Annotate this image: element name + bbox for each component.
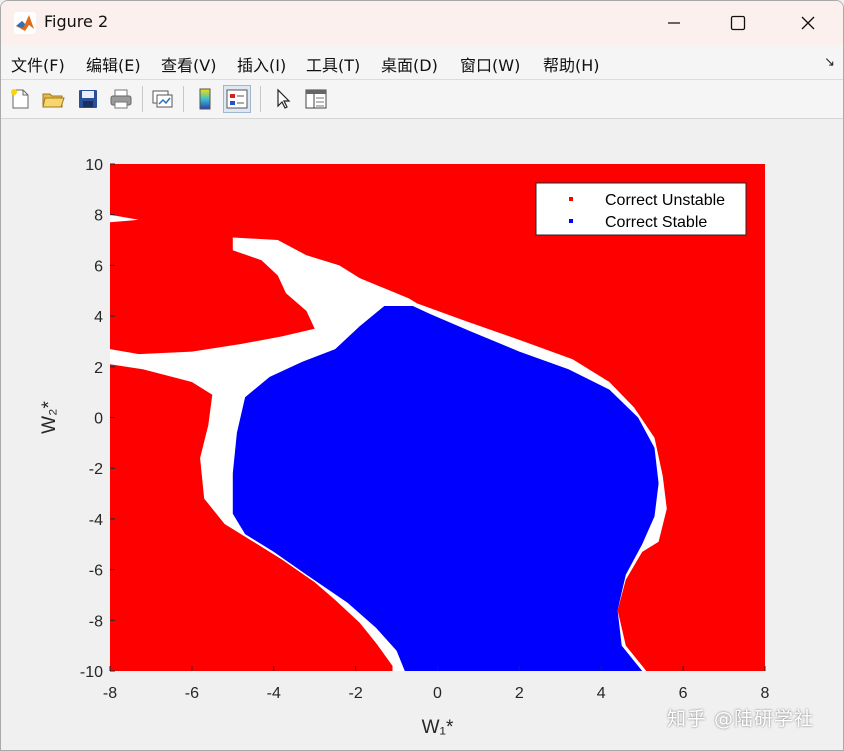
print-icon: [110, 89, 132, 109]
colorbar-button[interactable]: [191, 85, 219, 113]
x-tick-label: 4: [597, 685, 606, 702]
y-tick-label: 2: [94, 360, 103, 377]
legend-marker: [569, 197, 573, 201]
colorbar-icon: [199, 88, 211, 110]
y-tick-label: 6: [94, 258, 103, 275]
link-plot-button[interactable]: [148, 85, 176, 113]
toolbar-separator: [183, 86, 184, 112]
y-tick-label: -4: [89, 512, 103, 529]
y-tick-label: -6: [89, 563, 103, 580]
legend-entry-label: Correct Stable: [605, 214, 707, 231]
x-tick-label: 8: [761, 685, 770, 702]
toolbar-separator: [142, 86, 143, 112]
legend-marker: [569, 219, 573, 223]
property-inspector-button[interactable]: [302, 85, 330, 113]
figure-toolbar: [1, 80, 843, 119]
toolbar-separator: [260, 86, 261, 112]
legend-entry-label: Correct Unstable: [605, 192, 725, 209]
property-inspector-icon: [305, 89, 327, 109]
y-tick-label: 0: [94, 411, 103, 428]
menu-help[interactable]: 帮助(H): [543, 52, 600, 76]
save-button[interactable]: [74, 85, 102, 113]
new-figure-icon: [11, 89, 29, 109]
pointer-button[interactable]: [269, 85, 297, 113]
x-tick-label: 0: [433, 685, 442, 702]
maximize-button[interactable]: [703, 1, 773, 45]
close-button[interactable]: [773, 1, 843, 45]
save-icon: [79, 90, 97, 108]
link-plot-icon: [152, 90, 173, 108]
y-tick-label: 10: [85, 157, 103, 174]
open-file-icon: [42, 93, 65, 108]
x-tick-label: -8: [103, 685, 117, 702]
legend-icon: [226, 89, 248, 109]
figure-window: Figure 2 文件(F) 编辑(E) 查看(V) 插入(I) 工具(T) 桌…: [0, 0, 844, 751]
figure-canvas[interactable]: -8 -6 -4 -2 0 2 4 6 8 -10 -8 -6 -4 -2 0 2 4 6 8 10 W₁* W₂* Cor…: [1, 119, 843, 750]
new-figure-button[interactable]: [6, 85, 34, 113]
title-bar[interactable]: Figure 2: [1, 1, 843, 45]
menu-edit[interactable]: 编辑(E): [86, 52, 141, 76]
close-icon: [801, 16, 815, 30]
open-file-button[interactable]: [39, 85, 67, 113]
minimize-button[interactable]: [639, 1, 709, 45]
x-tick-label: -6: [185, 685, 199, 702]
x-tick-label: -2: [349, 685, 363, 702]
menu-bar: 文件(F) 编辑(E) 查看(V) 插入(I) 工具(T) 桌面(D) 窗口(W…: [1, 45, 843, 80]
y-axis-label: W₂*: [39, 401, 60, 434]
menu-view[interactable]: 查看(V): [161, 52, 216, 76]
matlab-logo-icon: [14, 12, 36, 34]
y-tick-label: -10: [80, 664, 103, 681]
y-tick-label: -8: [89, 613, 103, 630]
x-tick-label: 2: [515, 685, 524, 702]
menu-overflow-arrow-icon[interactable]: ↘: [824, 55, 835, 70]
menu-desktop[interactable]: 桌面(D): [381, 52, 438, 76]
pointer-icon: [277, 88, 291, 109]
y-tick-label: -2: [89, 461, 103, 478]
window-title: Figure 2: [44, 12, 109, 31]
menu-insert[interactable]: 插入(I): [237, 52, 286, 76]
y-tick-label: 8: [94, 208, 103, 225]
print-button[interactable]: [107, 85, 135, 113]
y-tick-label: 4: [94, 309, 103, 326]
scatter-plot[interactable]: -8 -6 -4 -2 0 2 4 6 8-10-8-6-4-20246810W₁*W₂*Cor…: [1, 119, 843, 750]
maximize-icon: [730, 15, 746, 31]
menu-window[interactable]: 窗口(W): [460, 52, 520, 76]
x-axis-label: W₁*: [422, 717, 454, 738]
legend-button[interactable]: [223, 85, 251, 113]
x-tick-label: 6: [679, 685, 688, 702]
menu-tools[interactable]: 工具(T): [306, 52, 360, 76]
watermark-text: 知乎 @陆研学社: [667, 708, 815, 730]
minimize-icon: [668, 22, 680, 24]
menu-file[interactable]: 文件(F): [11, 52, 65, 76]
x-tick-label: -4: [267, 685, 281, 702]
